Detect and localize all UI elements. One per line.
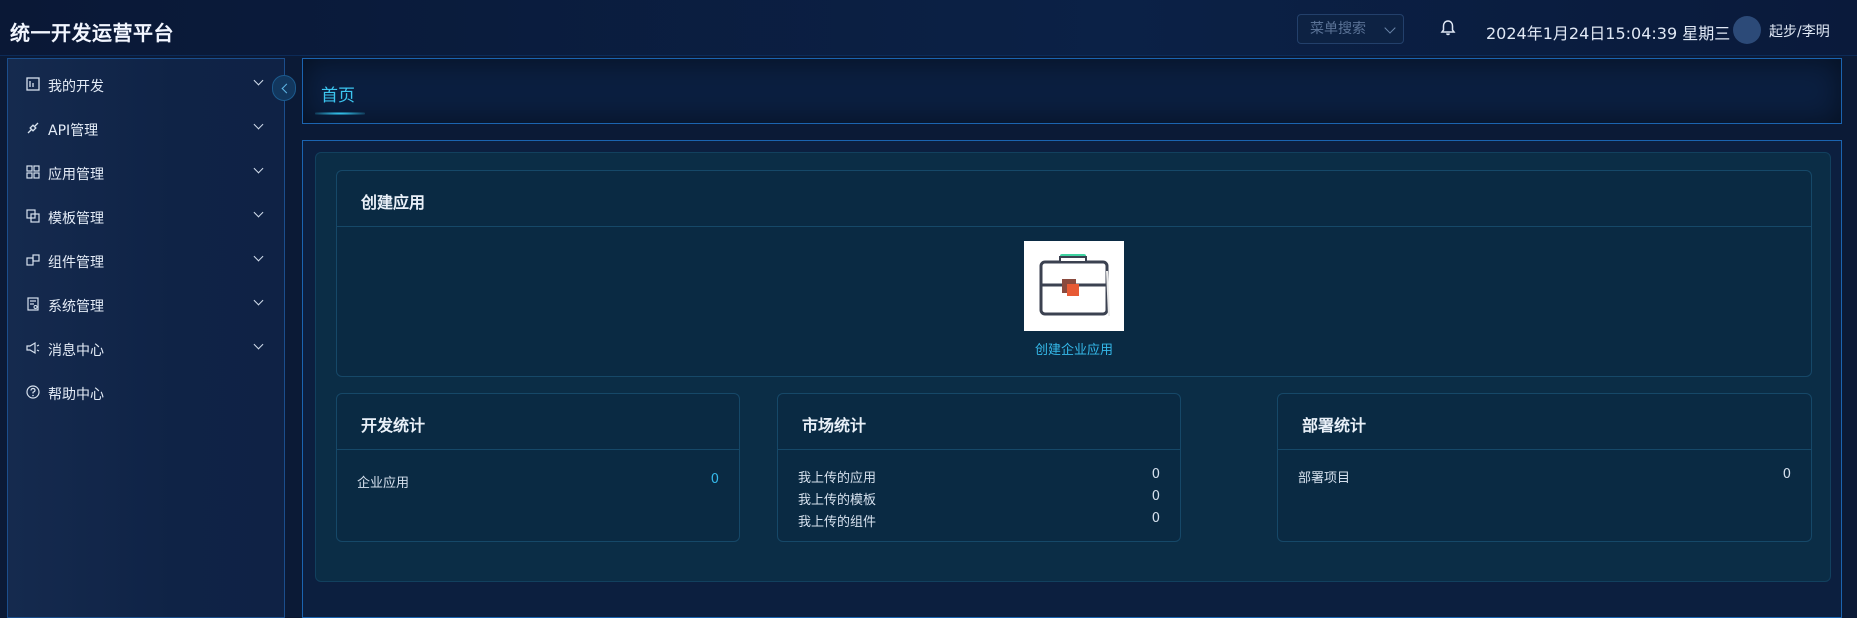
sidebar-item-label: 应用管理 [48,167,104,183]
chevron-down-icon [253,339,264,350]
sidebar-item-templates[interactable]: 模板管理 [8,195,284,239]
sidebar-item-components[interactable]: 组件管理 [8,239,284,283]
stat-value: 0 [1151,467,1160,482]
create-enterprise-app-link[interactable]: 创建企业应用 [337,339,1811,358]
top-bar: 统一开发运营平台 菜单搜索 2024年1月24日15:04:39 星期三 起步/… [0,0,1857,56]
sidebar-item-label: 我的开发 [48,79,104,95]
card-title: 开发统计 [361,416,426,435]
user-name[interactable]: 起步/李明 [1769,21,1830,41]
app-title: 统一开发运营平台 [10,21,174,45]
stat-row: 我上传的应用 0 [798,467,1160,487]
market-stats-card: 市场统计 我上传的应用 0 我上传的模板 0 我上传的组件 0 [777,393,1181,542]
grid-apps-icon [26,165,40,179]
tab-bar: 首页 [302,58,1842,124]
menu-search-placeholder: 菜单搜索 [1310,21,1366,37]
card-title: 市场统计 [802,416,867,435]
sidebar-item-api[interactable]: API管理 [8,107,284,151]
tab-home[interactable]: 首页 [321,81,355,106]
current-datetime: 2024年1月24日15:04:39 星期三 [1486,24,1731,43]
avatar[interactable] [1733,16,1761,44]
chevron-down-icon [1384,22,1396,34]
stat-label: 企业应用 [357,476,410,491]
stat-value: 0 [1151,489,1160,504]
dev-stats-card: 开发统计 企业应用 0 [336,393,740,542]
stat-row: 企业应用 0 [357,472,719,492]
divider [778,449,1180,450]
main-content: 创建应用 创建企业应用 开发统计 企业应用 0 市场统计 我上传的应用 0 我上… [302,140,1842,618]
bell-icon[interactable] [1439,19,1457,37]
chevron-down-icon [253,163,264,174]
sidebar: 我的开发 API管理 应用管理 模板管理 组件管理 系统管理 消息中心 帮助中心 [7,58,285,618]
divider [337,226,1811,227]
stat-label: 部署项目 [1298,471,1351,486]
sidebar-item-system[interactable]: 系统管理 [8,283,284,327]
card-title: 创建应用 [361,193,426,212]
sidebar-item-label: 消息中心 [48,343,104,359]
dashboard-icon [26,77,40,91]
stat-row: 我上传的组件 0 [798,511,1160,531]
stat-label: 我上传的组件 [798,515,877,530]
sidebar-item-my-dev[interactable]: 我的开发 [8,63,284,107]
stat-value: 0 [1151,511,1160,526]
system-doc-icon [27,297,39,311]
sidebar-item-label: 帮助中心 [48,387,104,403]
card-title: 部署统计 [1302,416,1367,435]
divider [1278,449,1811,450]
stat-value[interactable]: 0 [711,472,719,487]
chevron-down-icon [253,207,264,218]
dashboard-panel: 创建应用 创建企业应用 开发统计 企业应用 0 市场统计 我上传的应用 0 我上… [315,152,1831,582]
divider [337,449,739,450]
briefcase-icon[interactable] [1024,241,1124,331]
sidebar-item-label: 组件管理 [48,255,104,271]
sidebar-collapse-button[interactable] [272,75,296,101]
chevron-down-icon [253,251,264,262]
template-icon [26,209,40,223]
api-link-icon [27,122,39,134]
stat-row: 部署项目 0 [1298,467,1791,487]
stat-row [798,533,1160,543]
stat-value: 0 [1782,467,1791,482]
sidebar-item-apps[interactable]: 应用管理 [8,151,284,195]
chevron-down-icon [253,75,264,86]
menu-search-select[interactable]: 菜单搜索 [1297,14,1404,44]
chevron-down-icon [253,295,264,306]
sidebar-item-messages[interactable]: 消息中心 [8,327,284,371]
help-circle-icon [26,385,40,399]
sidebar-item-help[interactable]: 帮助中心 [8,371,284,415]
sidebar-item-label: 模板管理 [48,211,104,227]
stat-label: 我上传的应用 [798,471,877,486]
component-icon [26,254,40,266]
chevron-down-icon [253,119,264,130]
create-app-card: 创建应用 创建企业应用 [336,170,1812,377]
sidebar-item-label: API管理 [48,123,99,139]
stat-row: 我上传的模板 0 [798,489,1160,509]
active-tab-indicator [315,112,365,115]
megaphone-icon [26,341,40,355]
deploy-stats-card: 部署统计 部署项目 0 [1277,393,1812,542]
stat-label: 我上传的模板 [798,493,877,508]
sidebar-item-label: 系统管理 [48,299,104,315]
